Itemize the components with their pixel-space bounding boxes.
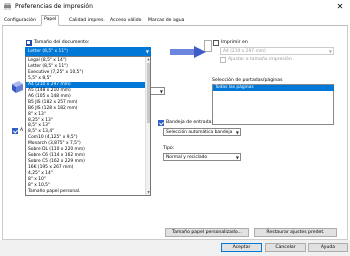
chevron-down-icon: ▼: [159, 89, 163, 94]
print-on-checkbox[interactable]: [213, 40, 219, 46]
page-selection-item[interactable]: Todas las páginas: [213, 85, 334, 91]
input-tray-value: Selección automática bandeja: [166, 130, 233, 135]
tab-marcas-de-agua[interactable]: Marcas de agua: [146, 17, 186, 26]
input-tray-select[interactable]: Selección automática bandeja ▼: [163, 128, 241, 136]
print-on-value: A4 (210 x 297 mm): [223, 49, 266, 54]
page-icon: [204, 40, 212, 52]
scroll-down-icon[interactable]: ▼: [146, 190, 151, 194]
document-size-dropdown[interactable]: Legal (8,5" x 14") Letter (8,5" x 11") Exe…: [25, 56, 151, 196]
paper-cube-icon: [12, 81, 23, 93]
title-bar: Preferencias de impresión ✕: [0, 0, 350, 13]
help-button[interactable]: Ayuda: [308, 243, 348, 252]
document-size-label: Tamaño del documento:: [34, 40, 90, 45]
cancel-button[interactable]: Cancelar: [265, 243, 306, 252]
close-icon[interactable]: ✕: [333, 2, 347, 11]
tab-papel[interactable]: Papel: [41, 15, 60, 26]
input-tray-checkbox[interactable]: [158, 120, 164, 126]
input-tray-label: Bandeja de entrada:: [166, 120, 213, 125]
tab-calidad-impres[interactable]: Calidad impres.: [67, 17, 107, 26]
chevron-down-icon: ▼: [235, 130, 239, 135]
page-selection-list[interactable]: Todas las páginas: [212, 84, 334, 125]
partial-checkbox[interactable]: [12, 128, 18, 134]
fit-size-checkbox[interactable]: [220, 57, 226, 63]
document-size-select[interactable]: Letter (8,5" x 11") ▼: [25, 47, 151, 56]
tab-acceso-valido[interactable]: Acceso válido: [108, 17, 143, 26]
dropdown-scrollbar[interactable]: ▲ ▼: [145, 57, 150, 195]
hidden-select-edge[interactable]: ▼: [151, 87, 165, 95]
page-selection-label: Selección de portadas/páginas: [212, 78, 283, 83]
scroll-up-icon[interactable]: ▲: [146, 57, 151, 61]
print-on-label: Imprimir en: [221, 40, 248, 45]
document-size-value: Letter (8,5" x 11"): [28, 49, 68, 54]
partial-label: A: [20, 128, 24, 133]
fit-size-label: Ajustar a tamaño impresión: [228, 57, 292, 62]
document-size-icon: [26, 40, 32, 46]
print-on-select[interactable]: A4 (210 x 297 mm) ▼: [220, 47, 334, 55]
restore-defaults-button[interactable]: Restaurar ajustes predet.: [254, 228, 337, 237]
scroll-thumb[interactable]: [147, 63, 150, 123]
arrow-right-icon: [170, 46, 206, 58]
window-title: Preferencias de impresión: [15, 3, 93, 10]
custom-paper-size-button[interactable]: Tamaño papel personalizado...: [165, 228, 249, 237]
tab-bar: Configuración Papel Calidad impres. Acce…: [2, 15, 348, 26]
type-label: Tipo:: [163, 146, 175, 151]
printer-icon: [4, 3, 11, 10]
type-value: Normal y reciclado: [166, 155, 208, 160]
type-select[interactable]: Normal y reciclado ▼: [163, 153, 241, 161]
chevron-down-icon: ▼: [235, 155, 239, 160]
dropdown-item[interactable]: Tamaño papel personal.: [28, 189, 80, 195]
chevron-down-icon: ▼: [145, 49, 149, 54]
tab-configuracion[interactable]: Configuración: [2, 17, 38, 26]
chevron-down-icon: ▼: [328, 49, 332, 54]
ok-button[interactable]: Aceptar: [221, 243, 262, 252]
